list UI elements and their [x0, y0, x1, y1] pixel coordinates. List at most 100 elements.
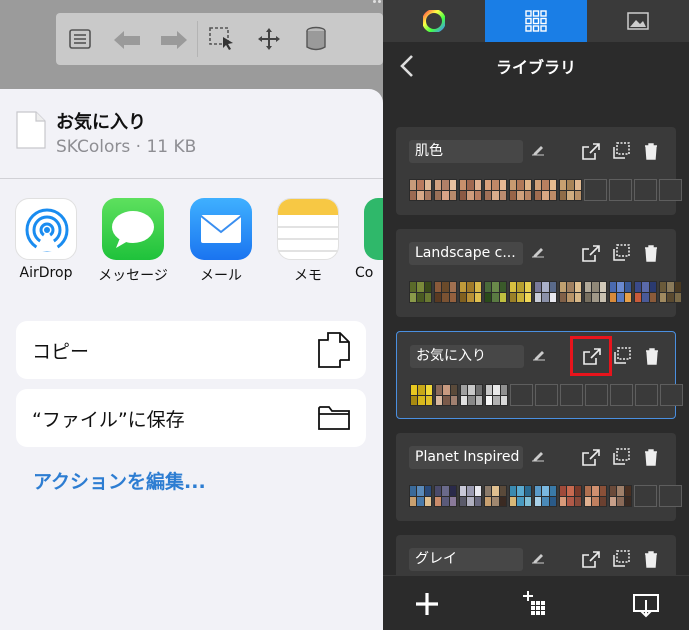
copy-label: コピー — [32, 340, 90, 363]
palette-swatch[interactable] — [409, 485, 432, 507]
add-icon[interactable] — [413, 590, 441, 618]
panel-title: ライブラリ — [495, 58, 576, 77]
empty-palette-slot[interactable] — [634, 485, 657, 507]
palette-swatch[interactable] — [534, 179, 557, 201]
empty-palette-slot[interactable] — [510, 384, 533, 406]
trash-icon[interactable] — [641, 549, 661, 569]
library-name-field[interactable]: お気に入り — [410, 345, 524, 368]
redo-button[interactable] — [150, 13, 197, 65]
empty-palette-slot[interactable] — [560, 384, 583, 406]
copy-icon — [318, 332, 350, 368]
library-card[interactable]: Planet Inspired — [396, 433, 682, 521]
fill-button[interactable] — [292, 13, 339, 65]
palette-swatch[interactable] — [435, 384, 458, 406]
list-button[interactable] — [56, 13, 103, 65]
trash-icon[interactable] — [641, 447, 661, 467]
duplicate-icon[interactable] — [611, 141, 631, 161]
share-export-icon[interactable] — [581, 141, 601, 161]
palette-swatch[interactable] — [409, 179, 432, 201]
import-icon[interactable] — [632, 590, 660, 618]
trash-icon[interactable] — [641, 141, 661, 161]
empty-palette-slot[interactable] — [609, 179, 632, 201]
library-name-field[interactable]: グレイ — [409, 548, 523, 571]
save-to-files-action[interactable]: “ファイル”に保存 — [16, 389, 366, 447]
palette-swatch[interactable] — [484, 485, 507, 507]
empty-palette-slot[interactable] — [659, 485, 682, 507]
empty-palette-slot[interactable] — [660, 384, 683, 406]
share-app-notes[interactable]: メモ — [268, 198, 348, 285]
edit-actions-link[interactable]: アクションを編集... — [33, 467, 206, 494]
palette-swatch[interactable] — [485, 384, 508, 406]
tab-swatch-grid[interactable] — [485, 0, 587, 42]
share-export-icon[interactable] — [581, 447, 601, 467]
selection-button[interactable] — [198, 13, 245, 65]
library-card[interactable]: 肌色 — [396, 127, 682, 215]
rename-pencil-icon[interactable] — [531, 447, 551, 467]
empty-palette-slot[interactable] — [535, 384, 558, 406]
palette-swatch[interactable] — [459, 179, 482, 201]
duplicate-icon[interactable] — [612, 346, 632, 366]
add-swatch-grid-icon[interactable] — [522, 590, 550, 618]
library-card[interactable]: お気に入り — [396, 331, 683, 419]
share-app-mail[interactable]: メール — [181, 198, 261, 285]
palette-swatch[interactable] — [634, 281, 657, 303]
palette-swatch[interactable] — [410, 384, 433, 406]
palette-swatch[interactable] — [534, 485, 557, 507]
palette-swatch[interactable] — [534, 281, 557, 303]
empty-palette-slot[interactable] — [634, 179, 657, 201]
empty-palette-slot[interactable] — [635, 384, 658, 406]
empty-palette-slot[interactable] — [659, 179, 682, 201]
empty-palette-slot[interactable] — [584, 179, 607, 201]
palette-swatch[interactable] — [559, 179, 582, 201]
palette-swatch[interactable] — [409, 281, 432, 303]
copy-action[interactable]: コピー — [16, 321, 366, 379]
empty-palette-slot[interactable] — [585, 384, 608, 406]
palette-swatch[interactable] — [609, 485, 632, 507]
palette-swatch[interactable] — [509, 281, 532, 303]
palette-swatch[interactable] — [559, 485, 582, 507]
trash-icon[interactable] — [641, 243, 661, 263]
share-export-icon[interactable] — [581, 549, 601, 569]
palette-swatch[interactable] — [434, 485, 457, 507]
duplicate-icon[interactable] — [611, 243, 631, 263]
rename-pencil-icon[interactable] — [532, 346, 552, 366]
palette-swatch[interactable] — [509, 179, 532, 201]
palette-swatch[interactable] — [509, 485, 532, 507]
share-app-messages[interactable]: メッセージ — [93, 198, 173, 285]
undo-button[interactable] — [103, 13, 150, 65]
trash-icon[interactable] — [642, 346, 662, 366]
palette-swatch[interactable] — [434, 281, 457, 303]
document-icon — [16, 111, 46, 149]
palette-swatch[interactable] — [484, 179, 507, 201]
palette-swatch[interactable] — [559, 281, 582, 303]
palette-swatch[interactable] — [609, 281, 632, 303]
duplicate-icon[interactable] — [611, 549, 631, 569]
palette-swatch[interactable] — [584, 485, 607, 507]
palette-swatch[interactable] — [659, 281, 682, 303]
empty-palette-slot[interactable] — [610, 384, 633, 406]
library-card[interactable]: グレイ — [396, 535, 676, 575]
messages-icon — [102, 198, 164, 260]
duplicate-icon[interactable] — [611, 447, 631, 467]
share-app-airdrop[interactable]: AirDrop — [6, 198, 86, 281]
palette-swatch[interactable] — [484, 281, 507, 303]
library-name-field[interactable]: 肌色 — [409, 140, 523, 163]
rename-pencil-icon[interactable] — [531, 549, 551, 569]
share-app-more[interactable]: Co — [355, 198, 383, 281]
rename-pencil-icon[interactable] — [531, 243, 551, 263]
tab-color-wheel[interactable] — [383, 0, 485, 42]
palette-swatch[interactable] — [459, 485, 482, 507]
library-card[interactable]: Landscape c... — [396, 229, 682, 317]
undo-icon — [113, 31, 140, 49]
selection-icon — [208, 27, 233, 50]
share-export-icon[interactable] — [581, 243, 601, 263]
library-name-field[interactable]: Planet Inspired — [409, 446, 523, 469]
palette-swatch[interactable] — [459, 281, 482, 303]
palette-swatch[interactable] — [434, 179, 457, 201]
palette-swatch[interactable] — [460, 384, 483, 406]
tab-image[interactable] — [587, 0, 689, 42]
library-name-field[interactable]: Landscape c... — [409, 242, 523, 265]
rename-pencil-icon[interactable] — [531, 141, 551, 161]
palette-swatch[interactable] — [584, 281, 607, 303]
transform-button[interactable] — [245, 13, 292, 65]
